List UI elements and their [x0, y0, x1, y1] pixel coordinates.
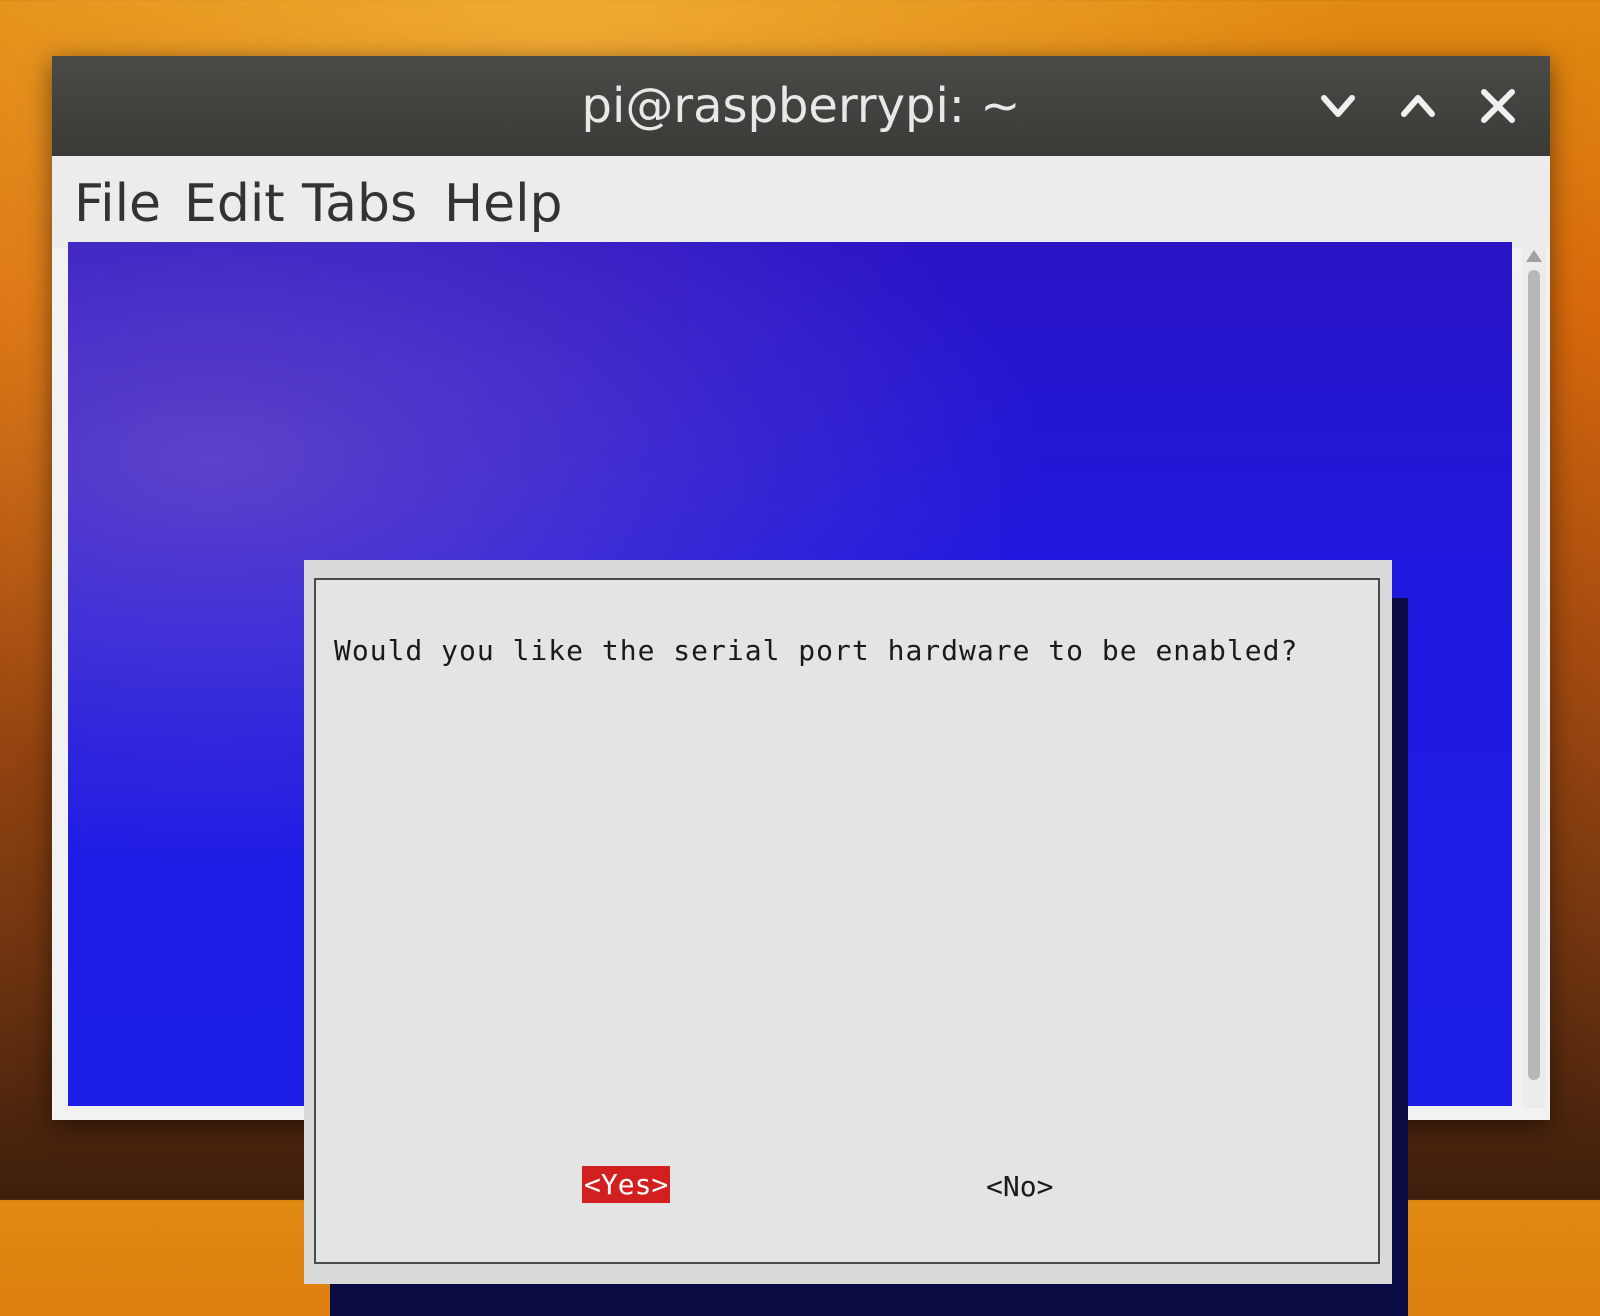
- menubar: File Edit Tabs Help: [52, 156, 1550, 248]
- close-icon: [1481, 89, 1515, 123]
- whiptail-dialog: Would you like the serial port hardware …: [304, 560, 1392, 1284]
- dialog-message: Would you like the serial port hardware …: [334, 634, 1299, 667]
- terminal-area[interactable]: Would you like the serial port hardware …: [68, 242, 1512, 1316]
- window-controls: [1312, 80, 1524, 132]
- menu-help[interactable]: Help: [444, 174, 563, 234]
- no-button[interactable]: <No>: [986, 1170, 1053, 1203]
- close-button[interactable]: [1472, 80, 1524, 132]
- scrollbar-thumb[interactable]: [1528, 270, 1540, 1080]
- maximize-button[interactable]: [1392, 80, 1444, 132]
- menu-file[interactable]: File: [74, 174, 161, 234]
- dialog-frame: Would you like the serial port hardware …: [314, 578, 1380, 1264]
- yes-button[interactable]: <Yes>: [582, 1166, 671, 1203]
- window-titlebar[interactable]: pi@raspberrypi: ~: [52, 56, 1550, 156]
- terminal-window: pi@raspberrypi: ~ File Edit Tabs Help Wo…: [52, 56, 1550, 1316]
- menu-edit[interactable]: Edit: [184, 174, 285, 234]
- menu-tabs[interactable]: Tabs: [302, 174, 417, 234]
- minimize-button[interactable]: [1312, 80, 1364, 132]
- scroll-up-arrow-icon[interactable]: [1524, 248, 1544, 264]
- chevron-up-icon: [1401, 95, 1435, 117]
- chevron-down-icon: [1321, 95, 1355, 117]
- vertical-scrollbar[interactable]: [1522, 246, 1546, 1108]
